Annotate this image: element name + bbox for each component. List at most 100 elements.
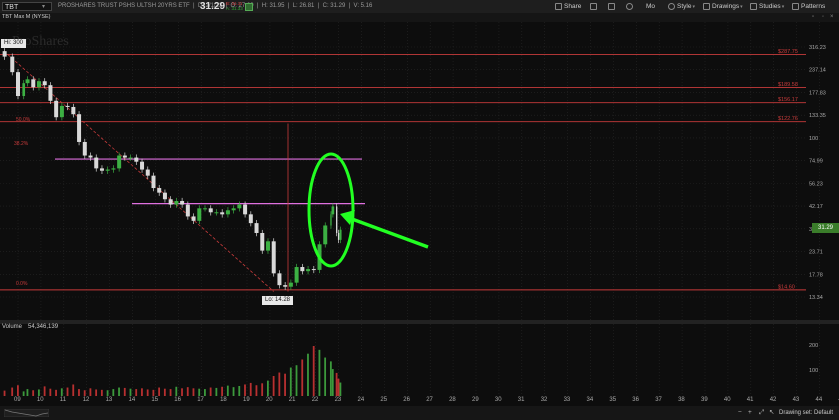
fib-price-label: $189.58 [778, 82, 798, 88]
time-tick-label: 19 [243, 397, 250, 403]
candle-body [117, 155, 122, 169]
time-tick-label: 23 [335, 397, 342, 403]
candle-body [54, 100, 59, 118]
volume-bar [11, 387, 14, 396]
fib-price-label: $122.76 [778, 116, 798, 122]
annotation-ellipse[interactable] [307, 152, 355, 268]
candle-body [300, 267, 305, 272]
time-tick-label: 16 [174, 397, 181, 403]
cursor-icon[interactable]: ↖ [769, 408, 774, 418]
time-tick-label: 35 [609, 397, 616, 403]
volume-bar [60, 388, 63, 396]
time-tick-label: 25 [380, 397, 387, 403]
studies-button[interactable]: Studies▾ [750, 0, 784, 14]
volume-bar [118, 387, 120, 396]
lock-icon[interactable]: ◦ [822, 13, 824, 22]
volume-bar [26, 389, 29, 396]
restore-icon[interactable]: ▫ [812, 13, 814, 22]
symbol-dropdown-icon[interactable]: ▾ [42, 3, 45, 10]
zoom-out-button[interactable]: − [738, 408, 742, 418]
volume-bar [83, 390, 86, 396]
time-tick-label: 13 [106, 397, 113, 403]
patterns-button[interactable]: Patterns [792, 0, 825, 13]
gear-icon [626, 2, 633, 10]
zoom-in-button[interactable]: + [748, 408, 752, 418]
candle-body [311, 269, 316, 271]
flask-button[interactable] [590, 0, 599, 13]
volume-bar [66, 387, 69, 396]
volume-bar [169, 389, 172, 396]
time-tick-label: 41 [747, 397, 754, 403]
volume-bar [37, 389, 40, 396]
candle-body [337, 232, 340, 240]
candle-body [77, 114, 82, 142]
candle-body [306, 269, 311, 272]
candle-body [271, 241, 276, 274]
navigator-mini-chart[interactable] [4, 409, 49, 417]
more-label: Mo [646, 3, 656, 10]
price-tick-label: 56.23 [809, 181, 823, 187]
volume-bars [3, 346, 342, 396]
candle-body [10, 56, 15, 73]
volume-bar [55, 389, 57, 396]
price-tick-label: 133.35 [809, 113, 826, 119]
candle-body [225, 210, 230, 215]
annotation-arrow-shaft[interactable] [351, 217, 429, 249]
share-button[interactable]: Share [555, 0, 581, 13]
flag-icon[interactable] [245, 3, 253, 11]
volume-bar [158, 387, 161, 396]
chevron-down-icon: ▾ [692, 4, 695, 10]
print-button[interactable] [608, 0, 617, 13]
candle-body [140, 161, 145, 170]
time-tick-label: 38 [678, 397, 685, 403]
candle-body [111, 168, 116, 170]
patterns-icon [792, 2, 799, 10]
price-tick-label: 316.23 [809, 45, 826, 51]
candle-body [122, 155, 127, 158]
volume-bar [89, 388, 92, 396]
more-button[interactable]: Mo [646, 0, 655, 13]
volume-bar [295, 365, 298, 396]
style-button[interactable]: Style▾ [668, 0, 695, 14]
bottom-bar [0, 406, 839, 420]
candle-body [197, 208, 202, 221]
volume-bar [204, 389, 206, 396]
candle-body [157, 188, 162, 193]
time-tick-label: 15 [151, 397, 158, 403]
time-tick-label: 37 [655, 397, 662, 403]
volume-bar [221, 386, 223, 396]
candle-body [25, 79, 30, 84]
candle-body [162, 192, 167, 200]
volume-bar [181, 388, 183, 396]
volume-bar [337, 378, 340, 396]
price-tick-label: 100 [809, 136, 818, 142]
study-name: TBT Max M (NYSE) [2, 14, 51, 20]
settings-button[interactable] [626, 0, 635, 13]
volume-tick-label: 100 [809, 368, 818, 374]
candle-body [260, 232, 265, 251]
quote-low: L: 26.81 [292, 3, 315, 9]
fib-retracement[interactable]: $287.75 $189.58 $156.17 $122.76 $14.60 50.0% 3… [0, 49, 806, 290]
drawing-set-selector[interactable]: Drawing set: Default [779, 408, 833, 418]
price-axis: 316.23 237.14 177.83 133.35 100 74.99 56.23 42.… [809, 45, 826, 301]
candle-body [220, 212, 225, 215]
time-tick-label: 27 [426, 397, 433, 403]
volume-bar [284, 373, 286, 396]
candle-body [191, 216, 196, 221]
time-tick-label: 12 [83, 397, 90, 403]
drawings-button[interactable]: Drawings▾ [703, 0, 743, 14]
volume-bar [22, 391, 25, 396]
zoom-fit-icon[interactable]: ⤢ [759, 408, 764, 418]
volume-bar [301, 359, 304, 396]
time-axis: 09 10 11 12 13 14 15 16 17 18 19 20 21 22 23 24 25 26 27 28… [14, 397, 839, 403]
price-chart[interactable]: $287.75 $189.58 $156.17 $122.76 $14.60 50.0% 3… [0, 22, 839, 406]
quote-volume: V: 5.16 [353, 3, 373, 9]
volume-bar [78, 389, 80, 396]
volume-bar [226, 385, 229, 396]
volume-bar [146, 389, 149, 396]
time-tick-label: 09 [14, 397, 21, 403]
candle-body [294, 267, 299, 283]
pane-divider[interactable] [0, 320, 839, 324]
candle-body [265, 241, 270, 251]
close-icon[interactable]: × [830, 13, 834, 22]
